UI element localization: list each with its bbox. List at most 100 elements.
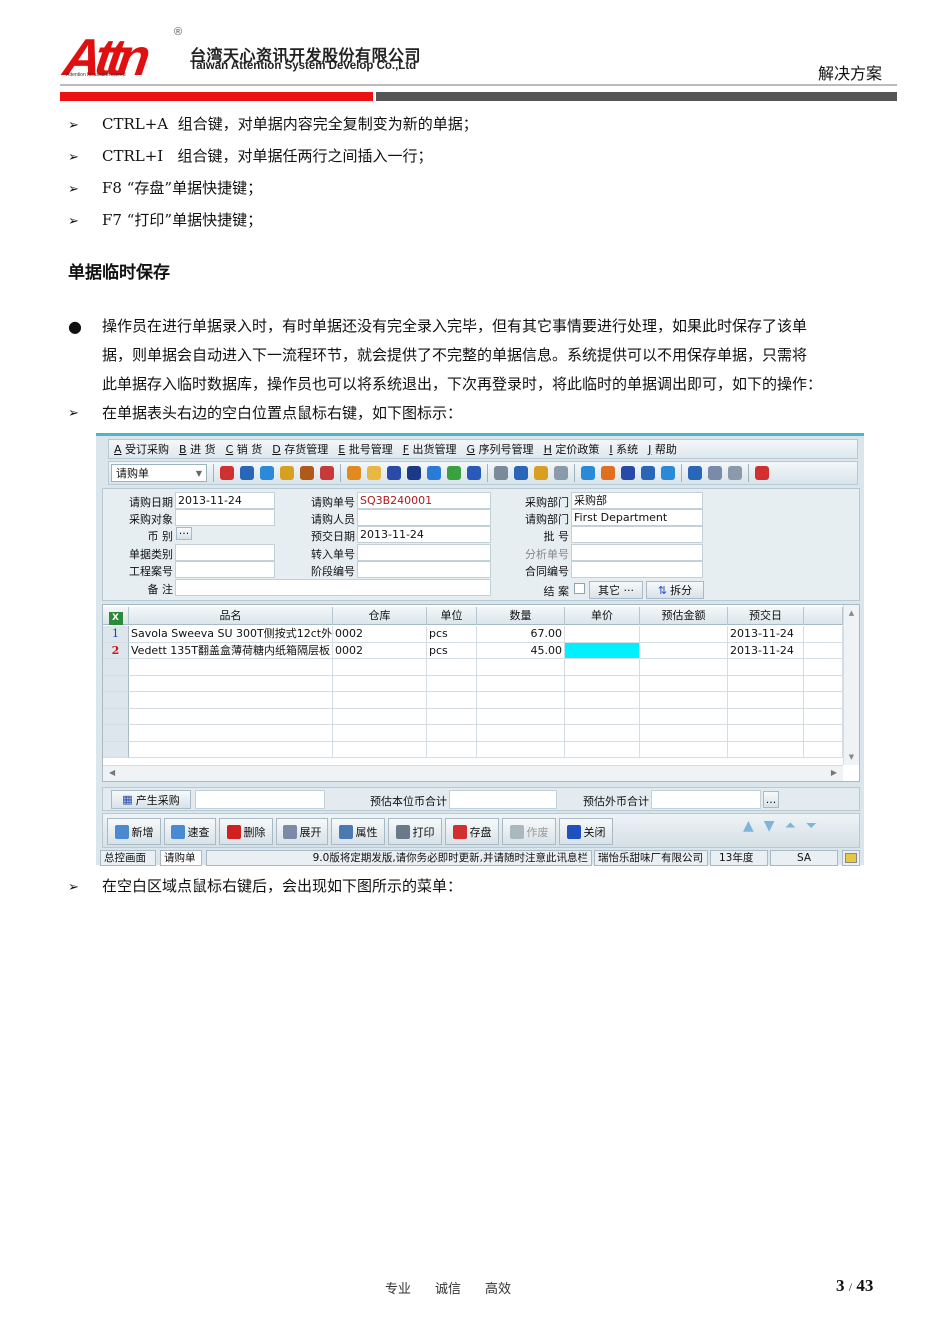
menu-item[interactable]: I 系统 — [609, 441, 638, 457]
grid-cell[interactable]: 0002 — [333, 642, 427, 659]
split-button[interactable]: ⇅ 拆分 — [646, 581, 704, 599]
contract-field[interactable] — [571, 561, 703, 578]
menu-item[interactable]: C 销 货 — [226, 441, 263, 457]
grid-cell[interactable] — [333, 692, 427, 709]
mail-icon[interactable] — [842, 850, 860, 866]
row-number[interactable] — [103, 675, 129, 692]
grid-cell[interactable] — [427, 725, 477, 742]
grid-cell[interactable] — [804, 692, 843, 709]
menu-item[interactable]: G 序列号管理 — [467, 441, 534, 457]
grid-cell[interactable] — [804, 708, 843, 725]
doc-type-select[interactable]: 请购单 ▼ — [111, 464, 207, 482]
status-home[interactable]: 总控画面 — [100, 850, 156, 866]
print-button[interactable]: 打印 — [388, 818, 442, 845]
grid-cell[interactable] — [565, 741, 640, 758]
grid-cell[interactable] — [728, 741, 804, 758]
grid-cell[interactable] — [333, 725, 427, 742]
grid-cell[interactable] — [427, 741, 477, 758]
vertical-scrollbar[interactable]: ▲ ▼ — [843, 605, 859, 765]
grid-cell[interactable] — [565, 626, 640, 643]
grid-cell[interactable]: pcs — [427, 626, 477, 643]
closed-checkbox[interactable] — [574, 583, 585, 594]
grid-cell[interactable] — [728, 725, 804, 742]
lock-icon[interactable] — [280, 466, 294, 480]
doc-category-field[interactable] — [175, 544, 275, 561]
void-button[interactable]: 作废 — [502, 818, 556, 845]
grid-cell[interactable] — [640, 741, 728, 758]
calculator-icon[interactable] — [514, 466, 528, 480]
vendor-field[interactable] — [175, 509, 275, 526]
transfer-no-field[interactable] — [357, 544, 491, 561]
grid-cell[interactable] — [804, 659, 843, 676]
search-button[interactable]: 速查 — [164, 818, 216, 845]
grid-cell[interactable]: 0002 — [333, 626, 427, 643]
other-button[interactable]: 其它 ··· — [589, 581, 643, 599]
plus-button[interactable]: 新增 — [107, 818, 161, 845]
req-no-field[interactable]: SQ3B240001 — [357, 492, 491, 509]
dollar-icon[interactable] — [447, 466, 461, 480]
grid-cell[interactable] — [129, 675, 333, 692]
scroll-left-icon[interactable]: ◀ — [109, 768, 115, 777]
grid-cell[interactable] — [804, 626, 843, 643]
grid-cell[interactable] — [333, 741, 427, 758]
req-dept-field[interactable]: First Department — [571, 509, 703, 526]
grid-cell[interactable] — [477, 708, 565, 725]
column-header[interactable]: 预交日 — [728, 607, 804, 625]
grid-cell[interactable]: 2013-11-24 — [728, 642, 804, 659]
more-button[interactable]: ... — [763, 791, 779, 808]
grid-cell[interactable] — [333, 659, 427, 676]
generate-purchase-button[interactable]: ▦ 产生采购 — [111, 790, 191, 809]
column-header[interactable]: 预估金额 — [640, 607, 728, 625]
menu-item[interactable]: E 批号管理 — [338, 441, 392, 457]
key-icon[interactable] — [407, 466, 421, 480]
menu-item[interactable]: D 存货管理 — [272, 441, 328, 457]
summary-field[interactable] — [195, 790, 325, 809]
grid-cell[interactable] — [804, 642, 843, 659]
cascade-icon[interactable] — [728, 466, 742, 480]
menu-item[interactable]: B 进 货 — [179, 441, 216, 457]
grid-cell[interactable] — [129, 692, 333, 709]
close-window-icon[interactable] — [708, 466, 722, 480]
grid-cell[interactable]: Savola Sweeva SU 300T侧按式12ct外纸箱 — [129, 626, 333, 643]
bell-icon[interactable] — [601, 466, 615, 480]
grid-cell[interactable] — [640, 642, 728, 659]
column-header[interactable]: 单价 — [565, 607, 640, 625]
project-field[interactable] — [175, 561, 275, 578]
exit-icon[interactable] — [755, 466, 769, 480]
grid-cell[interactable]: 45.00 — [477, 642, 565, 659]
bookmark-icon[interactable] — [387, 466, 401, 480]
local-total-field[interactable] — [449, 790, 557, 809]
grid-cell[interactable] — [333, 708, 427, 725]
scroll-down-icon[interactable]: ▼ — [844, 753, 859, 761]
foreign-total-field[interactable] — [651, 790, 761, 809]
grid-cell[interactable] — [333, 675, 427, 692]
phone-icon[interactable] — [260, 466, 274, 480]
screen-icon[interactable] — [641, 466, 655, 480]
grid-cell[interactable] — [565, 642, 640, 659]
row-number[interactable] — [103, 692, 129, 709]
horizontal-scrollbar[interactable]: ◀ ▶ — [103, 765, 843, 781]
grid-cell[interactable] — [427, 692, 477, 709]
prev-record-icon[interactable]: ▼ — [764, 818, 775, 834]
help-icon[interactable] — [427, 466, 441, 480]
close-button[interactable]: 关闭 — [559, 818, 613, 845]
menu-item[interactable]: J 帮助 — [648, 441, 677, 457]
grid-cell[interactable]: 2013-11-24 — [728, 626, 804, 643]
grid-cell[interactable] — [640, 692, 728, 709]
grid-cell[interactable] — [728, 675, 804, 692]
grid-cell[interactable] — [129, 659, 333, 676]
save-button[interactable]: 存盘 — [445, 818, 499, 845]
grid-cell[interactable] — [640, 626, 728, 643]
batch-field[interactable] — [571, 526, 703, 543]
mail-icon[interactable] — [367, 466, 381, 480]
grid-cell[interactable]: Vedett 135T翻盖盒薄荷糖内纸箱隔层板 \ — [129, 642, 333, 659]
home-icon[interactable] — [320, 466, 334, 480]
row-number[interactable]: 1 — [103, 626, 129, 643]
briefcase-icon[interactable] — [300, 466, 314, 480]
scroll-right-icon[interactable]: ▶ — [831, 768, 837, 777]
currency-picker-button[interactable]: ··· — [176, 527, 192, 540]
grid-cell[interactable] — [728, 659, 804, 676]
users-icon[interactable] — [347, 466, 361, 480]
excel-export-icon[interactable]: X — [103, 607, 129, 625]
grid-cell[interactable] — [477, 725, 565, 742]
